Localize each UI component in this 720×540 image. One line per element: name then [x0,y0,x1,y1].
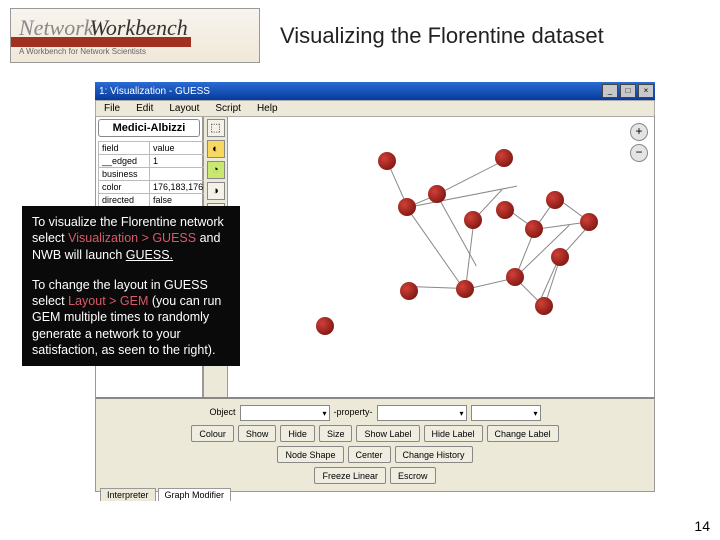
center-button[interactable]: Center [348,446,391,463]
change-history-button[interactable]: Change History [395,446,473,463]
graph-node[interactable] [398,198,416,216]
minimize-button[interactable]: _ [602,84,618,98]
tab-interpreter[interactable]: Interpreter [100,488,156,501]
change-label-button[interactable]: Change Label [487,425,559,442]
graph-node[interactable] [378,152,396,170]
graph-node[interactable] [496,201,514,219]
menu-script[interactable]: Script [207,101,249,116]
property-label: -property- [334,405,373,421]
page-number: 14 [694,518,710,534]
property-select[interactable] [377,405,467,421]
slide-title: Visualizing the Florentine dataset [260,23,710,49]
zoom-in-button[interactable]: + [630,123,648,141]
graph-node[interactable] [495,149,513,167]
zoom-out-button[interactable]: − [630,144,648,162]
tool-select-icon[interactable]: ⬚ [207,119,225,137]
escrow-button[interactable]: Escrow [390,467,436,484]
logo-subtitle: A Workbench for Network Scientists [19,47,146,56]
properties-header: Medici-Albizzi [98,119,200,137]
graph-canvas[interactable]: + − [228,117,654,397]
tool-icon-4[interactable]: ◑ [207,182,225,200]
menu-path-link: Layout > GEM [68,294,148,308]
freeze-linear-button[interactable]: Freeze Linear [314,467,386,484]
show-button[interactable]: Show [238,425,277,442]
graph-node[interactable] [428,185,446,203]
graph-node[interactable] [400,282,418,300]
nwb-logo: NetworkWorkbench A Workbench for Network… [10,8,260,63]
close-button[interactable]: × [638,84,654,98]
instr-text: GUESS. [126,248,173,262]
window-title: 1: Visualization - GUESS [99,86,210,97]
graph-node[interactable] [580,213,598,231]
graph-node[interactable] [316,317,334,335]
graph-node[interactable] [464,211,482,229]
tool-icon-3[interactable]: ◔ [207,161,225,179]
graph-node[interactable] [506,268,524,286]
value-select[interactable] [471,405,541,421]
colour-button[interactable]: Colour [191,425,234,442]
graph-node[interactable] [525,220,543,238]
menu-path-link: Visualization > GUESS [68,231,196,245]
node-shape-button[interactable]: Node Shape [277,446,343,463]
instruction-box: To visualize the Florentine network sele… [22,206,240,366]
hide-label-button[interactable]: Hide Label [424,425,483,442]
menu-file[interactable]: File [96,101,128,116]
hide-button[interactable]: Hide [280,425,315,442]
tab-graph-modifier[interactable]: Graph Modifier [158,488,232,501]
maximize-button[interactable]: □ [620,84,636,98]
menu-bar: File Edit Layout Script Help [95,100,655,117]
controls-panel: Object -property- Colour Show Hide Size … [95,397,655,492]
tool-icon-2[interactable]: ◐ [207,140,225,158]
window-titlebar[interactable]: 1: Visualization - GUESS _ □ × [95,82,655,100]
menu-help[interactable]: Help [249,101,286,116]
object-select[interactable] [240,405,330,421]
show-label-button[interactable]: Show Label [356,425,419,442]
menu-edit[interactable]: Edit [128,101,161,116]
graph-node[interactable] [551,248,569,266]
graph-node[interactable] [535,297,553,315]
graph-node[interactable] [546,191,564,209]
menu-layout[interactable]: Layout [161,101,207,116]
graph-node[interactable] [456,280,474,298]
size-button[interactable]: Size [319,425,353,442]
object-label: Object [209,405,235,421]
